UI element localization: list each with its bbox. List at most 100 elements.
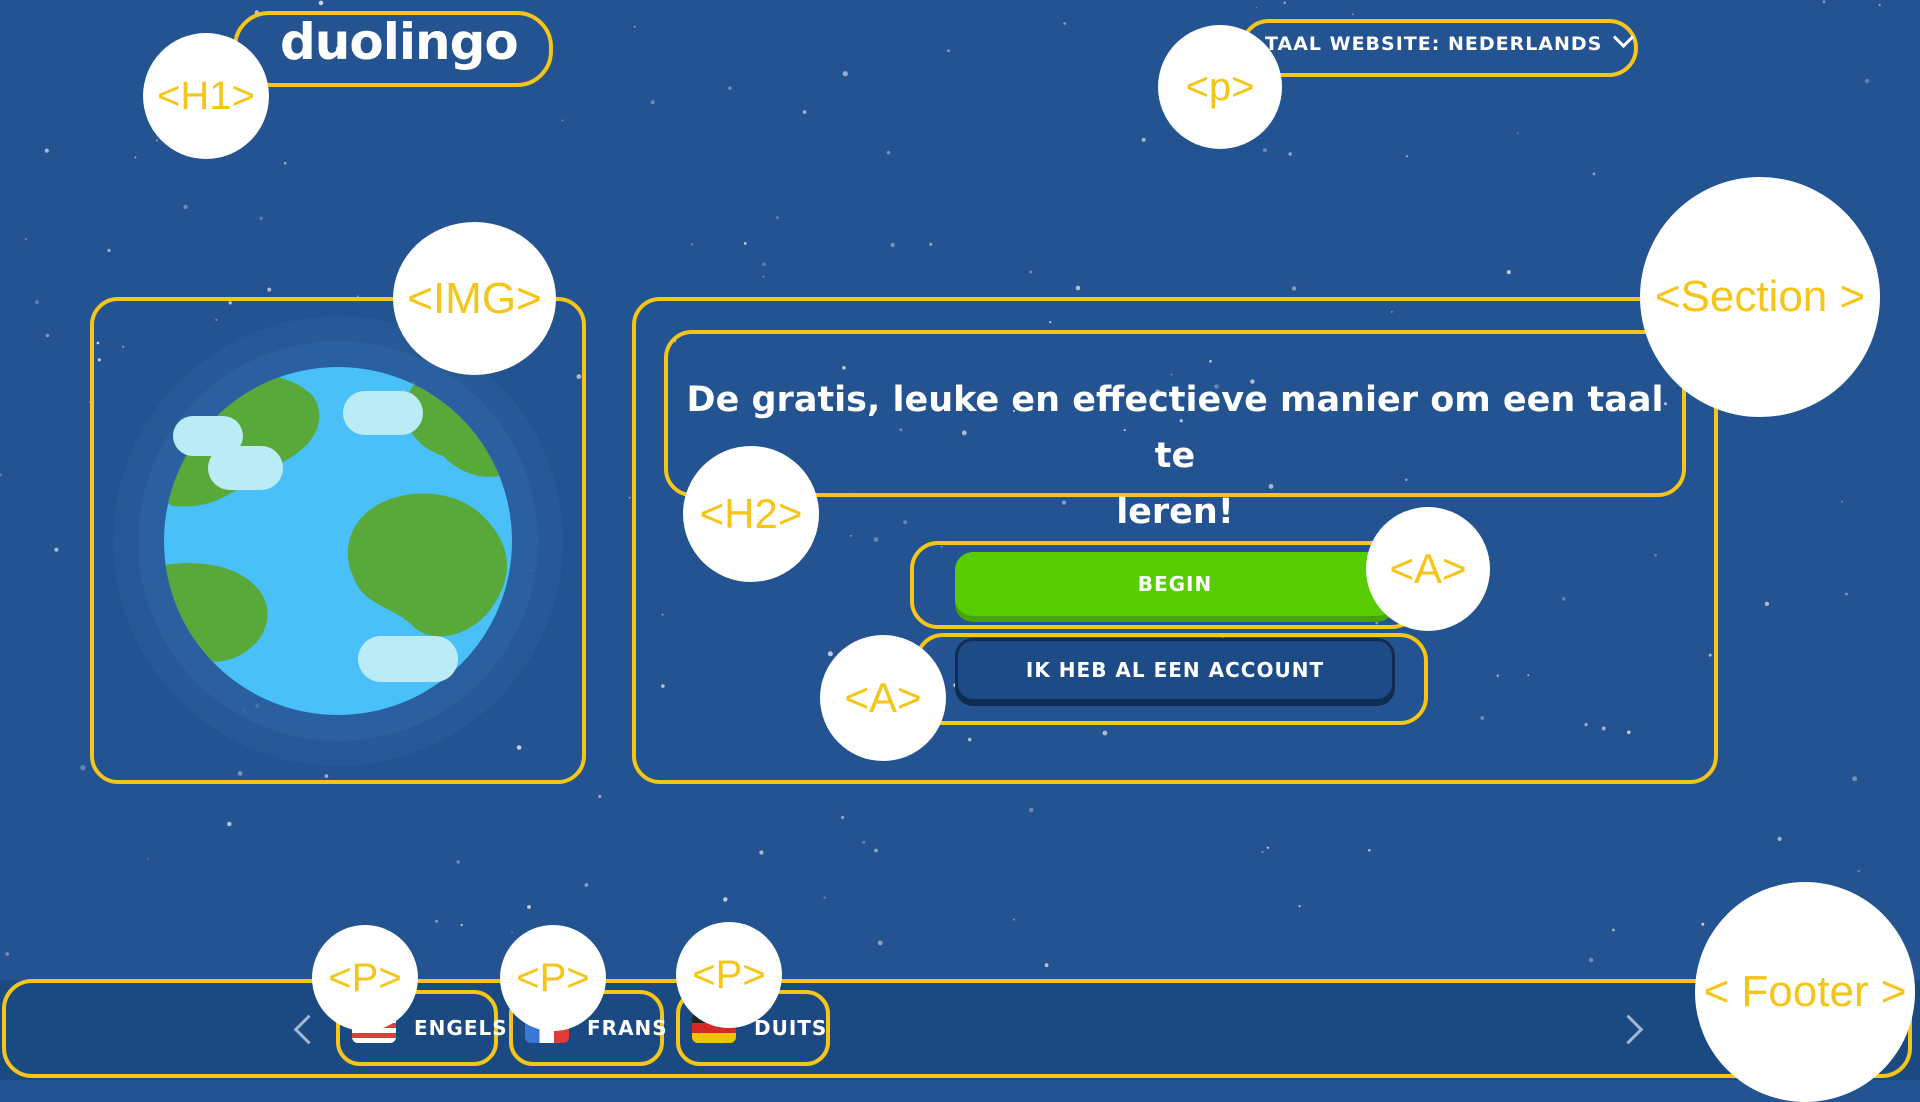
star xyxy=(1029,270,1033,274)
language-label: FRANS xyxy=(587,1016,668,1040)
star xyxy=(1822,0,1826,4)
star xyxy=(1516,132,1519,135)
star xyxy=(267,287,272,292)
annotation-p-english: <P> xyxy=(312,925,418,1031)
star xyxy=(874,848,878,853)
star xyxy=(0,473,2,477)
star xyxy=(633,25,636,28)
star xyxy=(1852,776,1858,782)
star xyxy=(890,242,895,248)
star xyxy=(1506,270,1511,275)
star xyxy=(259,216,263,220)
language-label: ENGELS xyxy=(414,1016,508,1040)
star xyxy=(728,86,732,90)
star xyxy=(584,883,589,887)
star xyxy=(628,496,631,499)
star xyxy=(823,896,826,899)
annotation-img: <IMG> xyxy=(393,222,556,375)
star xyxy=(1588,957,1594,963)
star xyxy=(1351,13,1354,16)
star xyxy=(511,931,513,934)
star xyxy=(1368,848,1371,852)
annotation-footer: < Footer > xyxy=(1695,882,1915,1102)
star xyxy=(1012,918,1015,921)
star xyxy=(283,161,287,165)
annotation-section: <Section > xyxy=(1640,177,1880,417)
star xyxy=(44,148,49,153)
globe-illustration xyxy=(113,316,563,766)
hero-headline-line-1: De gratis, leuke en effectieve manier om… xyxy=(686,380,1664,476)
star xyxy=(1263,148,1267,153)
star xyxy=(1075,285,1081,291)
star xyxy=(723,897,728,902)
annotation-p-french: <P> xyxy=(500,925,606,1031)
star xyxy=(650,100,655,105)
star xyxy=(1261,850,1264,854)
star xyxy=(435,919,438,923)
star xyxy=(318,0,324,6)
language-label: DUITS xyxy=(754,1016,828,1040)
star xyxy=(460,923,463,927)
star xyxy=(1701,922,1705,926)
star xyxy=(54,547,59,552)
star xyxy=(1777,836,1782,842)
star xyxy=(759,850,764,855)
star xyxy=(1845,592,1848,596)
annotation-p: <p> xyxy=(1158,25,1282,149)
star xyxy=(841,815,845,820)
star xyxy=(24,238,27,241)
star xyxy=(947,49,950,52)
existing-account-button[interactable]: IK HEB AL EEN ACCOUNT xyxy=(955,638,1395,702)
star xyxy=(862,840,866,844)
annotation-h2: <H2> xyxy=(683,446,819,582)
star xyxy=(690,243,693,246)
star xyxy=(1406,155,1408,158)
star xyxy=(527,905,531,909)
star xyxy=(1878,4,1881,6)
star xyxy=(80,765,86,771)
star xyxy=(227,821,232,827)
star xyxy=(1141,137,1146,142)
star xyxy=(1063,22,1067,25)
annotation-p-german: <P> xyxy=(676,922,782,1028)
star xyxy=(1841,500,1844,503)
star xyxy=(5,952,10,956)
star xyxy=(743,242,747,245)
duolingo-logo[interactable]: duolingo xyxy=(280,10,519,74)
star xyxy=(886,151,891,155)
star xyxy=(1266,846,1270,849)
star xyxy=(1283,1,1287,4)
star xyxy=(1044,963,1049,968)
star xyxy=(775,216,779,220)
star xyxy=(842,71,848,77)
star xyxy=(1028,807,1034,813)
star xyxy=(1592,172,1596,176)
star xyxy=(1255,6,1258,9)
star xyxy=(1291,286,1297,291)
star xyxy=(45,333,50,338)
star xyxy=(1288,152,1292,156)
annotation-a-begin: <A> xyxy=(1366,507,1490,631)
star xyxy=(802,110,807,114)
site-language-selector[interactable]: TAAL WEBSITE: NEDERLANDS xyxy=(1265,19,1637,77)
annotation-a-account: <A> xyxy=(820,635,946,761)
star xyxy=(35,300,39,304)
star xyxy=(456,860,460,864)
star xyxy=(1864,78,1870,84)
star xyxy=(134,156,137,159)
star xyxy=(1298,905,1301,908)
star xyxy=(147,858,150,860)
star xyxy=(598,794,602,799)
star xyxy=(762,262,767,266)
star xyxy=(155,139,158,142)
star xyxy=(929,242,933,246)
star xyxy=(561,119,564,122)
star xyxy=(877,940,883,946)
begin-button[interactable]: BEGIN xyxy=(955,552,1395,616)
star xyxy=(107,248,111,253)
star xyxy=(1764,601,1770,606)
site-language-label: TAAL WEBSITE: NEDERLANDS xyxy=(1265,33,1603,55)
star xyxy=(762,275,765,278)
chevron-down-icon xyxy=(1613,26,1635,49)
star xyxy=(1857,869,1861,873)
